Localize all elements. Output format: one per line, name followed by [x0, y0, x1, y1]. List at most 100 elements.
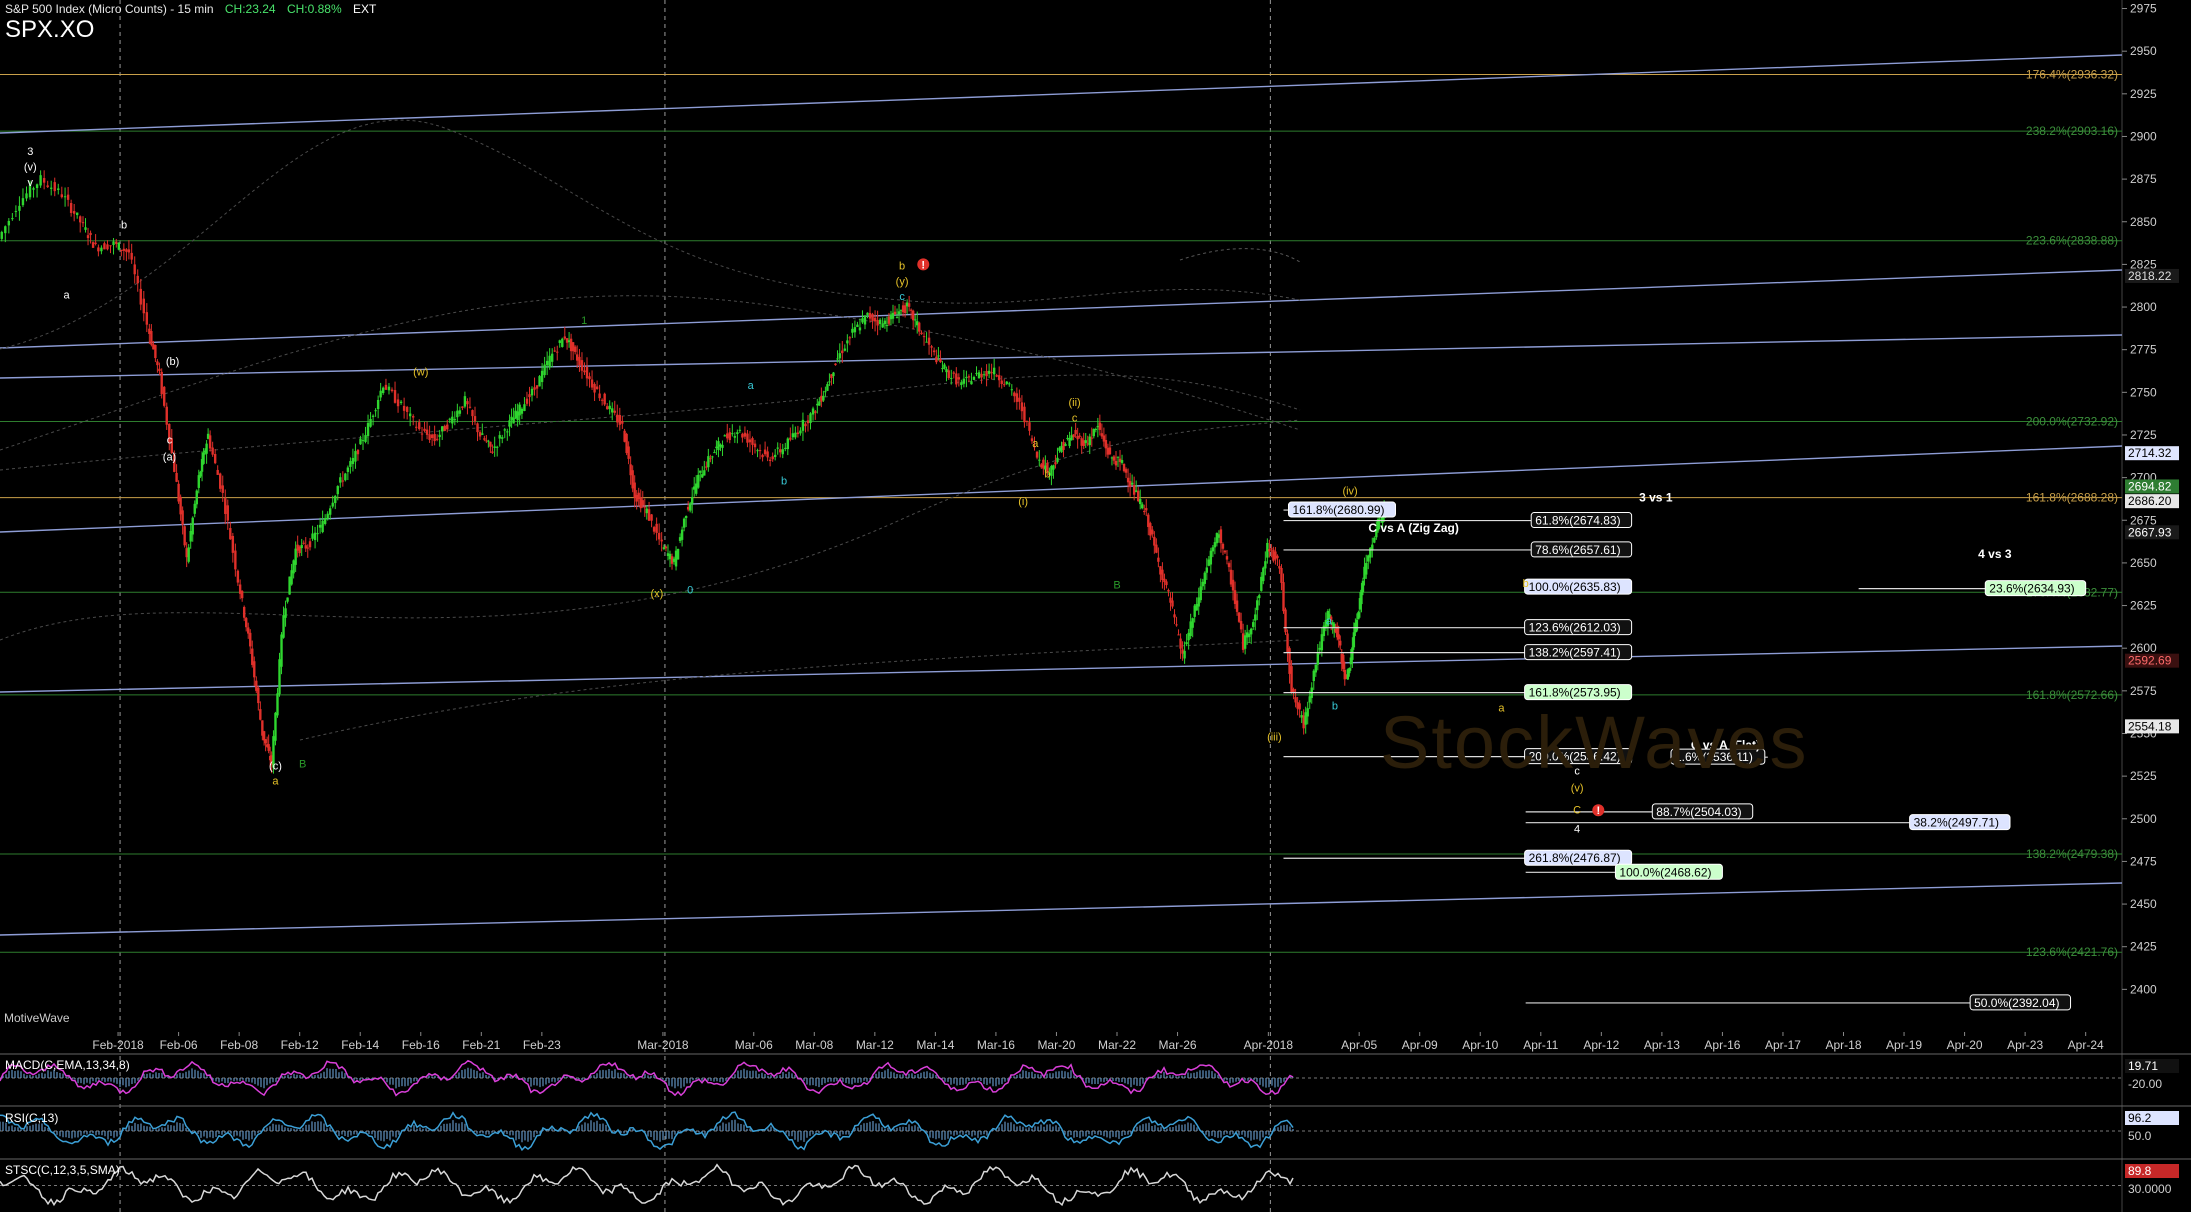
candle-body — [1165, 581, 1168, 586]
candle-body — [647, 509, 651, 521]
candle-body — [627, 446, 630, 459]
candle-body — [1064, 444, 1067, 446]
candle-body — [590, 379, 594, 388]
candle-body — [809, 413, 812, 424]
candle-body — [191, 517, 194, 535]
annotation-1: C vs A (Zig Zag) — [1368, 521, 1458, 535]
pane-level-2: 30.0000 — [2128, 1182, 2172, 1196]
candle-body — [611, 408, 614, 413]
candle-body — [824, 391, 827, 393]
x-tick-label-29: Apr-23 — [2007, 1038, 2043, 1052]
wave-label-0: 3 — [27, 146, 33, 158]
candle-body — [344, 473, 347, 481]
candle-body — [346, 467, 350, 472]
x-tick-label-22: Apr-12 — [1583, 1038, 1619, 1052]
candle-body — [711, 456, 714, 458]
candle-body — [1348, 668, 1351, 674]
candle-body — [57, 188, 60, 190]
candle-body — [641, 500, 644, 506]
candle-body — [873, 317, 877, 322]
candle-body — [836, 358, 839, 360]
candle-body — [1112, 456, 1116, 461]
candle-body — [257, 687, 260, 704]
candle-body — [158, 368, 161, 372]
candle-body — [381, 387, 385, 394]
y-tick-label-8: 2775 — [2130, 343, 2157, 357]
candle-body — [960, 382, 963, 386]
channel-line-3 — [0, 334, 2123, 379]
fib-target-label-5: 138.2%(2597.41) — [1529, 646, 1621, 660]
candle-body — [721, 444, 724, 448]
candle-body — [496, 446, 499, 448]
candle-body — [556, 351, 559, 353]
candle-body — [895, 317, 899, 319]
macd-label: MACD(C,EMA,13,34,8) — [5, 1058, 130, 1072]
candle-body — [193, 503, 196, 514]
y-tick-label-3: 2900 — [2130, 129, 2157, 143]
candle-body — [334, 495, 337, 504]
candle-body — [1225, 556, 1229, 560]
x-tick-label-2: Feb-08 — [220, 1038, 258, 1052]
candle-body — [69, 202, 73, 213]
y-tick-label-23: 2400 — [2130, 982, 2157, 996]
candle-body — [553, 350, 556, 352]
candle-body — [573, 346, 577, 352]
candle-body — [35, 184, 39, 189]
candle-body — [935, 356, 938, 363]
candle-body — [216, 469, 219, 475]
session-indicator: EXT — [352, 2, 377, 16]
fib-target-label-6: 161.8%(2573.95) — [1529, 686, 1621, 700]
candle-body — [1054, 462, 1057, 465]
candle-body — [183, 526, 186, 546]
candle-body — [741, 433, 744, 438]
candle-body — [893, 311, 897, 315]
price-badge-label-3: 2686.20 — [2128, 494, 2172, 508]
wave-label-14: a — [748, 380, 755, 392]
candle-body — [1139, 498, 1142, 505]
candle-body — [868, 312, 872, 319]
candle-body — [231, 535, 235, 553]
price-chart[interactable]: 238.2%(2903.16) 223.6%(2838.88) 200.0%(273… — [0, 0, 2191, 1212]
y-tick-label-19: 2500 — [2130, 812, 2157, 826]
wave-label-1: (v) — [24, 162, 37, 174]
wave-label-20: (ii) — [1069, 397, 1081, 409]
x-tick-label-17: Apr-2018 — [1244, 1038, 1294, 1052]
x-tick-label-16: Mar-26 — [1159, 1038, 1197, 1052]
candle-body — [918, 322, 921, 332]
candle-body — [690, 496, 694, 504]
candle-body — [903, 305, 907, 313]
candle-body — [682, 518, 686, 528]
candle-body — [920, 332, 923, 335]
candle-body — [1175, 624, 1178, 626]
candle-body — [229, 528, 232, 540]
candle-body — [1276, 555, 1279, 559]
x-tick-label-26: Apr-18 — [1825, 1038, 1861, 1052]
candle-body — [703, 470, 706, 476]
candle-body — [927, 337, 931, 345]
candle-body — [538, 376, 541, 387]
candle-body — [50, 187, 53, 189]
candle-body — [786, 438, 790, 450]
candle-body — [1098, 422, 1102, 430]
candle-body — [1219, 529, 1223, 544]
candle-body — [600, 399, 604, 401]
y-tick-label-5: 2850 — [2130, 215, 2157, 229]
candle-body — [438, 434, 441, 438]
pane-level-0: -20.00 — [2128, 1077, 2162, 1091]
x-tick-label-15: Mar-22 — [1098, 1038, 1136, 1052]
candle-body — [387, 386, 391, 391]
wave-label-29: (iv) — [1342, 486, 1357, 498]
wave-label-34: C — [1573, 805, 1581, 817]
wave-label-28: b — [1332, 701, 1338, 713]
candle-body — [300, 544, 303, 549]
candle-body — [0, 231, 3, 239]
candle-body — [75, 212, 79, 216]
candle-body — [822, 395, 825, 401]
candle-body — [707, 456, 710, 468]
candle-body — [311, 533, 314, 539]
candle-body — [349, 461, 352, 467]
candle-body — [195, 490, 198, 505]
candle-body — [253, 661, 256, 678]
candle-body — [1108, 447, 1112, 455]
candle-body — [748, 439, 752, 443]
